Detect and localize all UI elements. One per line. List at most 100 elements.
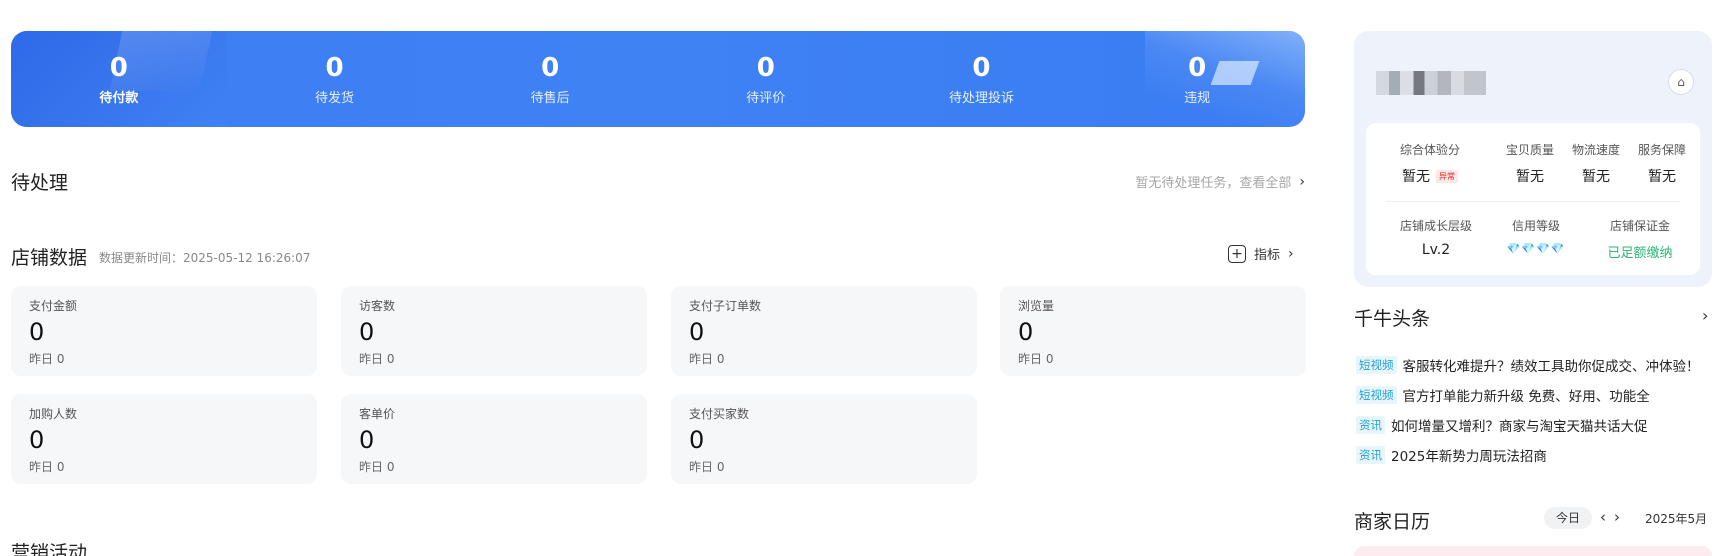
- pending-section-title: 待处理: [11, 172, 69, 194]
- stat-value: 0: [541, 52, 560, 83]
- metric-value: 暂无: [1582, 169, 1610, 185]
- stat-violation[interactable]: 0 违规: [1089, 31, 1305, 127]
- card-yesterday: 昨日 0: [359, 460, 395, 474]
- metric-label: 店铺保证金: [1609, 219, 1670, 233]
- metric-label: 宝贝质量: [1505, 143, 1554, 157]
- chevron-right-icon: ›: [1299, 173, 1305, 190]
- metric-value: 暂无: [1402, 169, 1430, 185]
- card-title: 客单价: [359, 407, 396, 421]
- store-icon[interactable]: ⌂: [1668, 69, 1694, 95]
- metric-card-sub-orders[interactable]: 支付子订单数 0 昨日 0: [671, 286, 977, 376]
- news-tag: 短视频: [1356, 356, 1397, 374]
- card-yesterday: 昨日 0: [689, 460, 725, 474]
- calendar-month: 2025年5月: [1645, 512, 1708, 526]
- calendar-title: 商家日历: [1354, 511, 1431, 533]
- metric-value: 暂无: [1648, 169, 1676, 185]
- today-button[interactable]: 今日: [1544, 507, 1592, 529]
- view-all-pending-label: 暂无待处理任务，查看全部: [1135, 176, 1292, 191]
- news-text: 官方打单能力新升级 免费、好用、功能全: [1402, 389, 1650, 405]
- card-title: 支付金额: [29, 299, 78, 313]
- view-all-pending-link[interactable]: 暂无待处理任务，查看全部 ›: [1135, 172, 1305, 192]
- calendar-nav: ‹›: [1600, 508, 1628, 526]
- card-title: 加购人数: [29, 407, 78, 421]
- metric-label: 店铺成长层级: [1399, 219, 1472, 233]
- news-item[interactable]: 短视频 官方打单能力新升级 免费、好用、功能全: [1356, 385, 1650, 405]
- news-text: 如何增量又增利？商家与淘宝天猫共话大促: [1391, 419, 1648, 435]
- plus-icon: +: [1228, 244, 1246, 263]
- news-section-title: 千牛头条: [1354, 308, 1431, 330]
- stat-value: 0: [1188, 52, 1207, 83]
- stat-value: 0: [325, 52, 344, 83]
- diamond-icon: 💎💎💎💎: [1506, 242, 1566, 255]
- metric-value: 已足额缴纳: [1607, 246, 1673, 261]
- stat-pending-shipment[interactable]: 0 待发货: [227, 31, 443, 127]
- news-text: 客服转化难提升？绩效工具助你促成交、冲体验！: [1402, 359, 1700, 375]
- stat-label: 待处理投诉: [948, 90, 1014, 106]
- chevron-left-icon[interactable]: ‹: [1600, 508, 1614, 526]
- news-tag: 短视频: [1356, 386, 1397, 404]
- card-yesterday: 昨日 0: [29, 352, 65, 366]
- stat-label: 待评价: [746, 90, 786, 106]
- shop-score-card: 综合体验分 暂无 异常 宝贝质量 暂无 物流速度 暂无 服务保障 暂无 店铺成长…: [1366, 123, 1700, 275]
- shop-info-panel: ⌂ 综合体验分 暂无 异常 宝贝质量 暂无 物流速度 暂无 服务保障 暂无 店铺…: [1354, 31, 1712, 287]
- calendar-card: [1354, 546, 1712, 556]
- metric-item-quality[interactable]: 宝贝质量 暂无: [1502, 141, 1558, 186]
- metric-label: 物流速度: [1571, 143, 1620, 157]
- card-yesterday: 昨日 0: [359, 352, 395, 366]
- metric-credit-level[interactable]: 信用等级 💎💎💎💎: [1496, 217, 1576, 255]
- stat-label: 待售后: [530, 90, 570, 106]
- card-value: 0: [359, 318, 375, 346]
- news-text: 2025年新势力周玩法招商: [1391, 449, 1547, 465]
- metric-card-avg-order-value[interactable]: 客单价 0 昨日 0: [341, 394, 647, 484]
- news-item[interactable]: 短视频 客服转化难提升？绩效工具助你促成交、冲体验！: [1356, 355, 1700, 375]
- stat-value: 0: [109, 52, 128, 83]
- card-value: 0: [689, 318, 705, 346]
- news-tag: 资讯: [1356, 446, 1385, 464]
- metric-card-visitors[interactable]: 访客数 0 昨日 0: [341, 286, 647, 376]
- card-title: 浏览量: [1018, 299, 1055, 313]
- order-status-banner: 0 待付款 0 待发货 0 待售后 0 待评价 0 待处理投诉 0 违规: [11, 31, 1305, 127]
- card-value: 0: [689, 426, 705, 454]
- divider: [1386, 201, 1680, 202]
- metric-growth-level[interactable]: 店铺成长层级 Lv.2: [1386, 217, 1486, 258]
- chevron-right-icon[interactable]: ›: [1614, 508, 1628, 526]
- stat-pending-payment[interactable]: 0 待付款: [11, 31, 227, 127]
- metric-card-pay-amount[interactable]: 支付金额 0 昨日 0: [11, 286, 317, 376]
- stat-value: 0: [972, 52, 991, 83]
- metric-logistics-speed[interactable]: 物流速度 暂无: [1568, 141, 1624, 186]
- stat-label: 待发货: [314, 90, 354, 106]
- stat-pending-review[interactable]: 0 待评价: [658, 31, 874, 127]
- card-value: 0: [29, 426, 45, 454]
- stat-pending-complaint[interactable]: 0 待处理投诉: [874, 31, 1090, 127]
- abnormal-badge: 异常: [1436, 169, 1458, 183]
- metric-label: 服务保障: [1637, 143, 1686, 157]
- stat-pending-aftersale[interactable]: 0 待售后: [442, 31, 658, 127]
- metric-value: 暂无: [1516, 169, 1544, 185]
- card-value: 0: [359, 426, 375, 454]
- metric-experience-score[interactable]: 综合体验分 暂无 异常: [1386, 141, 1474, 186]
- metric-label: 综合体验分: [1399, 143, 1460, 157]
- stat-label: 待付款: [99, 90, 139, 106]
- shop-name-redacted: [1376, 71, 1486, 95]
- news-item[interactable]: 资讯 如何增量又增利？商家与淘宝天猫共话大促: [1356, 415, 1648, 435]
- card-yesterday: 昨日 0: [1018, 352, 1054, 366]
- indicator-button[interactable]: + 指标 ›: [1228, 244, 1294, 263]
- stat-value: 0: [756, 52, 775, 83]
- shop-data-title: 店铺数据: [11, 247, 88, 269]
- stat-label: 违规: [1184, 90, 1211, 106]
- card-title: 访客数: [359, 299, 396, 313]
- metric-card-paying-buyers[interactable]: 支付买家数 0 昨日 0: [671, 394, 977, 484]
- card-title: 支付子订单数: [689, 299, 762, 313]
- metric-card-page-views[interactable]: 浏览量 0 昨日 0: [1000, 286, 1306, 376]
- card-value: 0: [1018, 318, 1034, 346]
- chevron-right-icon[interactable]: ›: [1702, 306, 1708, 325]
- metric-shop-deposit[interactable]: 店铺保证金 已足额缴纳: [1592, 217, 1688, 261]
- news-tag: 资讯: [1356, 416, 1385, 434]
- card-yesterday: 昨日 0: [689, 352, 725, 366]
- news-item[interactable]: 资讯 2025年新势力周玩法招商: [1356, 445, 1547, 465]
- metric-value: Lv.2: [1421, 242, 1451, 258]
- metric-service-guarantee[interactable]: 服务保障 暂无: [1634, 141, 1690, 186]
- card-value: 0: [29, 318, 45, 346]
- marketing-section-title: 营销活动: [11, 542, 88, 556]
- metric-card-add-to-cart[interactable]: 加购人数 0 昨日 0: [11, 394, 317, 484]
